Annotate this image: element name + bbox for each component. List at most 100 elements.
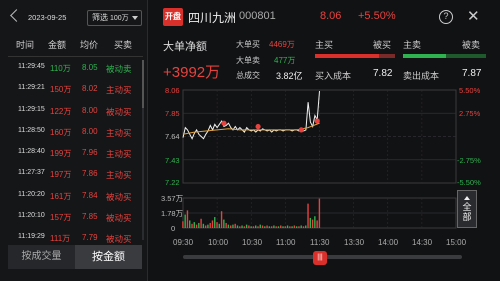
volume-bar: [214, 217, 216, 228]
volume-bar: [182, 221, 184, 228]
x-tick-1030: 10:30: [242, 238, 263, 247]
big-buy-label: 大单买: [236, 40, 260, 49]
trade-time: 11:29:15: [18, 105, 45, 113]
trade-amount: 157万: [50, 213, 72, 223]
trade-side: 被动买: [106, 234, 132, 243]
trade-side: 主动买: [106, 85, 132, 96]
trade-side: 被动买: [106, 106, 132, 117]
header-price: 均价: [80, 40, 99, 50]
trade-row[interactable]: 11:20:10 157万 7.85 被动买: [0, 206, 148, 227]
volume-bar: [232, 224, 234, 228]
main-sell-label: 主卖: [403, 40, 422, 50]
trade-price: 7.79: [82, 233, 98, 243]
trade-price: 7.85: [82, 212, 98, 222]
big-trade-marker: [298, 127, 304, 133]
filter-dropdown[interactable]: 筛选 100万: [87, 10, 142, 26]
volume-bar: [289, 226, 291, 228]
show-all-button[interactable]: 全部: [457, 190, 477, 228]
close-icon[interactable]: ✕: [467, 9, 480, 24]
trade-amount: 110万: [50, 64, 71, 73]
trade-time: 11:27:37: [18, 169, 45, 177]
volume-bar: [268, 226, 271, 228]
trade-price: 8.02: [82, 84, 98, 94]
tab-by-volume[interactable]: 按成交量: [8, 245, 75, 269]
volume-bar: [193, 222, 195, 228]
volume-bar: [261, 225, 264, 228]
volume-bar: [198, 222, 200, 228]
volume-bar: [239, 226, 241, 228]
volume-bar: [223, 219, 225, 228]
volume-bar: [250, 226, 252, 228]
main-buy-label: 主买: [315, 40, 334, 50]
trade-time: 11:29:21: [18, 84, 45, 92]
stock-name: 四川九洲: [188, 11, 237, 25]
open-badge: 开盘: [163, 8, 183, 26]
trade-amount: 161万: [50, 191, 72, 201]
trade-row[interactable]: 11:28:50 160万 8.00 主动买: [0, 121, 148, 142]
trade-list-scrollbar[interactable]: [142, 60, 144, 240]
trade-row[interactable]: 11:28:40 199万 7.96 主动买: [0, 142, 148, 163]
trade-row[interactable]: 11:29:21 150万 8.02 主动买: [0, 78, 148, 99]
volume-bar: [186, 210, 189, 228]
caret-up-icon: [464, 196, 470, 200]
volume-bar: [248, 225, 250, 228]
volume-bar: [220, 211, 223, 228]
trade-amount: 199万: [50, 149, 72, 159]
volume-bar: [225, 222, 227, 228]
filter-value: 100万: [110, 15, 129, 22]
help-icon[interactable]: ?: [439, 10, 453, 24]
trade-time: 11:19:29: [18, 233, 45, 241]
volume-bar: [302, 226, 305, 228]
trade-table-header: 时间 金额 均价 买卖: [0, 36, 148, 52]
trade-time: 11:20:20: [18, 190, 45, 198]
trade-row[interactable]: 11:20:20 161万 7.84 被动买: [0, 185, 148, 206]
volume-bar: [314, 216, 316, 228]
volume-bar: [200, 218, 202, 228]
tab-by-amount[interactable]: 按金额: [75, 245, 142, 269]
date-label[interactable]: 2023-09-25: [28, 13, 66, 22]
trade-side: 主动买: [106, 170, 132, 181]
trade-row[interactable]: 11:27:37 197万 7.86 主动买: [0, 163, 148, 184]
back-icon[interactable]: [10, 9, 23, 22]
volume-bar: [229, 225, 232, 228]
trade-side: 主动买: [106, 149, 132, 160]
trade-side: 主动买: [106, 127, 132, 138]
chevron-down-icon: [132, 16, 138, 20]
volume-bar: [318, 198, 321, 228]
big-trade-marker: [221, 120, 227, 126]
stock-price: 8.06: [320, 10, 342, 22]
volume-bar: [307, 203, 309, 228]
volume-bar: [309, 217, 311, 228]
trade-row[interactable]: 11:29:45 110万 8.05 被动卖: [0, 57, 148, 78]
trade-amount: 160万: [50, 127, 72, 137]
trade-table-body[interactable]: 11:29:45 110万 8.05 被动卖 11:29:21 150万 8.02 主动买 11…: [0, 57, 148, 243]
volume-bar: [293, 225, 296, 228]
volume-bar: [195, 224, 198, 228]
trade-price: 7.86: [82, 169, 98, 179]
volume-bar: [311, 219, 314, 228]
trade-list-panel: 2023-09-25 筛选 100万 时间 金额 均价 买卖 11:29:45 11…: [0, 0, 148, 281]
filter-label: 筛选: [92, 13, 108, 22]
trade-side: 被动买: [106, 191, 132, 202]
volume-bar: [300, 225, 302, 228]
x-tick-1330: 13:30: [344, 238, 365, 247]
buy-bar-passive: [379, 54, 395, 58]
volume-bar: [241, 225, 243, 228]
big-buy-value: 4469万: [269, 40, 295, 49]
time-slider-handle[interactable]: |||: [313, 251, 327, 265]
volume-bar: [204, 225, 207, 228]
left-topbar: 2023-09-25 筛选 100万: [0, 0, 148, 34]
volume-bar: [284, 226, 286, 228]
volume-bar: [273, 225, 275, 228]
volume-bar: [298, 226, 300, 228]
volume-bar: [316, 220, 318, 228]
trade-row[interactable]: 11:29:15 122万 8.00 被动买: [0, 100, 148, 121]
header-side: 买卖: [114, 40, 133, 50]
intraday-chart[interactable]: [149, 80, 500, 240]
trade-row[interactable]: 11:19:29 111万 7.79 被动买: [0, 227, 148, 243]
trade-side: 被动卖: [106, 64, 132, 74]
header-time: 时间: [16, 40, 35, 50]
trade-amount: 111万: [50, 234, 71, 243]
big-trade-marker: [314, 118, 320, 124]
volume-bar: [209, 222, 211, 228]
